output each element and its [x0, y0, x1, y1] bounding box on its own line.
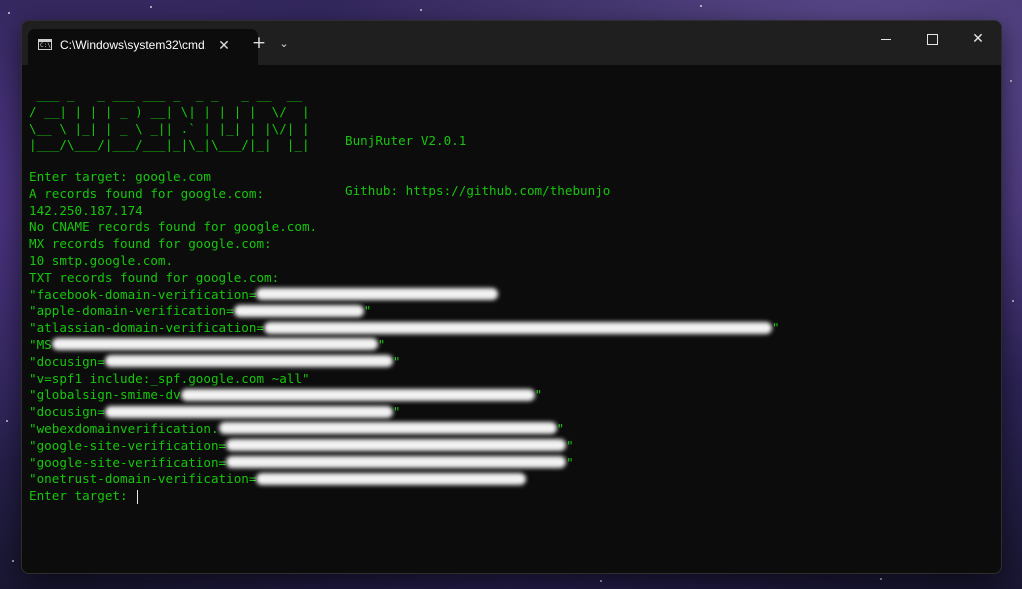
minimize-icon: [881, 38, 891, 40]
banner: ___ _ _ ___ ___ _ _ _ _ __ __ / __| | | …: [29, 87, 310, 154]
redacted-value: [233, 304, 364, 317]
terminal-output[interactable]: ___ _ _ ___ ___ _ _ _ _ __ __ / __| | | …: [29, 65, 1001, 573]
redacted-value: [264, 321, 773, 334]
title-bar: C:\ C:\Windows\system32\cmd.e: ✕ + ⌄ ✕: [22, 21, 1001, 65]
txt-record-line: "google-site-verification= ": [29, 437, 574, 453]
redacted-value: [104, 405, 393, 418]
tab-title: C:\Windows\system32\cmd.e:: [60, 38, 206, 52]
redacted-value: [256, 472, 527, 485]
output-line: 10 smtp.google.com.: [29, 252, 174, 268]
output-line: Enter target: google.com: [29, 169, 211, 184]
tab-close-icon[interactable]: ✕: [214, 36, 234, 56]
redacted-value: [104, 355, 393, 368]
redacted-value: [180, 388, 535, 401]
txt-record-line: "facebook-domain-verification=: [29, 287, 780, 304]
output-line: MX records found for google.com:: [29, 236, 272, 252]
txt-record-line: "globalsign-smime-dv ": [29, 387, 543, 403]
redacted-value: [226, 439, 567, 452]
maximize-icon: [926, 33, 938, 45]
redacted-value: [51, 338, 378, 351]
prompt-label: Enter target:: [29, 488, 136, 504]
banner-title: BunjRuter V2.0.1: [345, 132, 467, 148]
maximize-button[interactable]: [909, 21, 955, 57]
txt-record-line: "MS ": [29, 336, 386, 352]
input-prompt[interactable]: Enter target:: [29, 488, 780, 505]
close-window-button[interactable]: ✕: [955, 21, 1001, 57]
tab-dropdown-button[interactable]: ⌄: [274, 33, 294, 55]
ascii-art-logo: ___ _ _ ___ ___ _ _ _ _ __ __ / __| | | …: [29, 87, 310, 153]
txt-record-line: "webexdomainverification. ": [29, 420, 565, 436]
redacted-value: [218, 422, 557, 435]
output-line: "v=spf1 include:_spf.google.com ~all": [29, 370, 310, 386]
output-line: 142.250.187.174: [29, 202, 143, 218]
minimize-button[interactable]: [863, 21, 909, 57]
command-output: Enter target: google.com A records found…: [29, 169, 780, 505]
output-line: TXT records found for google.com:: [29, 269, 280, 285]
txt-record-line: "onetrust-domain-verification=: [29, 471, 780, 488]
cmd-icon: C:\: [38, 39, 52, 50]
redacted-value: [256, 288, 499, 301]
output-line: A records found for google.com:: [29, 185, 265, 201]
txt-record-line: "google-site-verification= ": [29, 454, 574, 470]
redacted-value: [226, 456, 567, 469]
txt-record-line: "atlassian-domain-verification= ": [29, 320, 780, 336]
txt-record-line: "docusign= ": [29, 353, 401, 369]
txt-record-line: "apple-domain-verification= ": [29, 303, 372, 319]
terminal-window: C:\ C:\Windows\system32\cmd.e: ✕ + ⌄ ✕ _…: [21, 20, 1002, 574]
tab-cmd[interactable]: C:\ C:\Windows\system32\cmd.e: ✕: [28, 29, 258, 65]
txt-record-line: "docusign= ": [29, 404, 401, 420]
output-line: No CNAME records found for google.com.: [29, 219, 318, 235]
text-cursor: [137, 489, 139, 504]
new-tab-button[interactable]: +: [248, 33, 270, 55]
